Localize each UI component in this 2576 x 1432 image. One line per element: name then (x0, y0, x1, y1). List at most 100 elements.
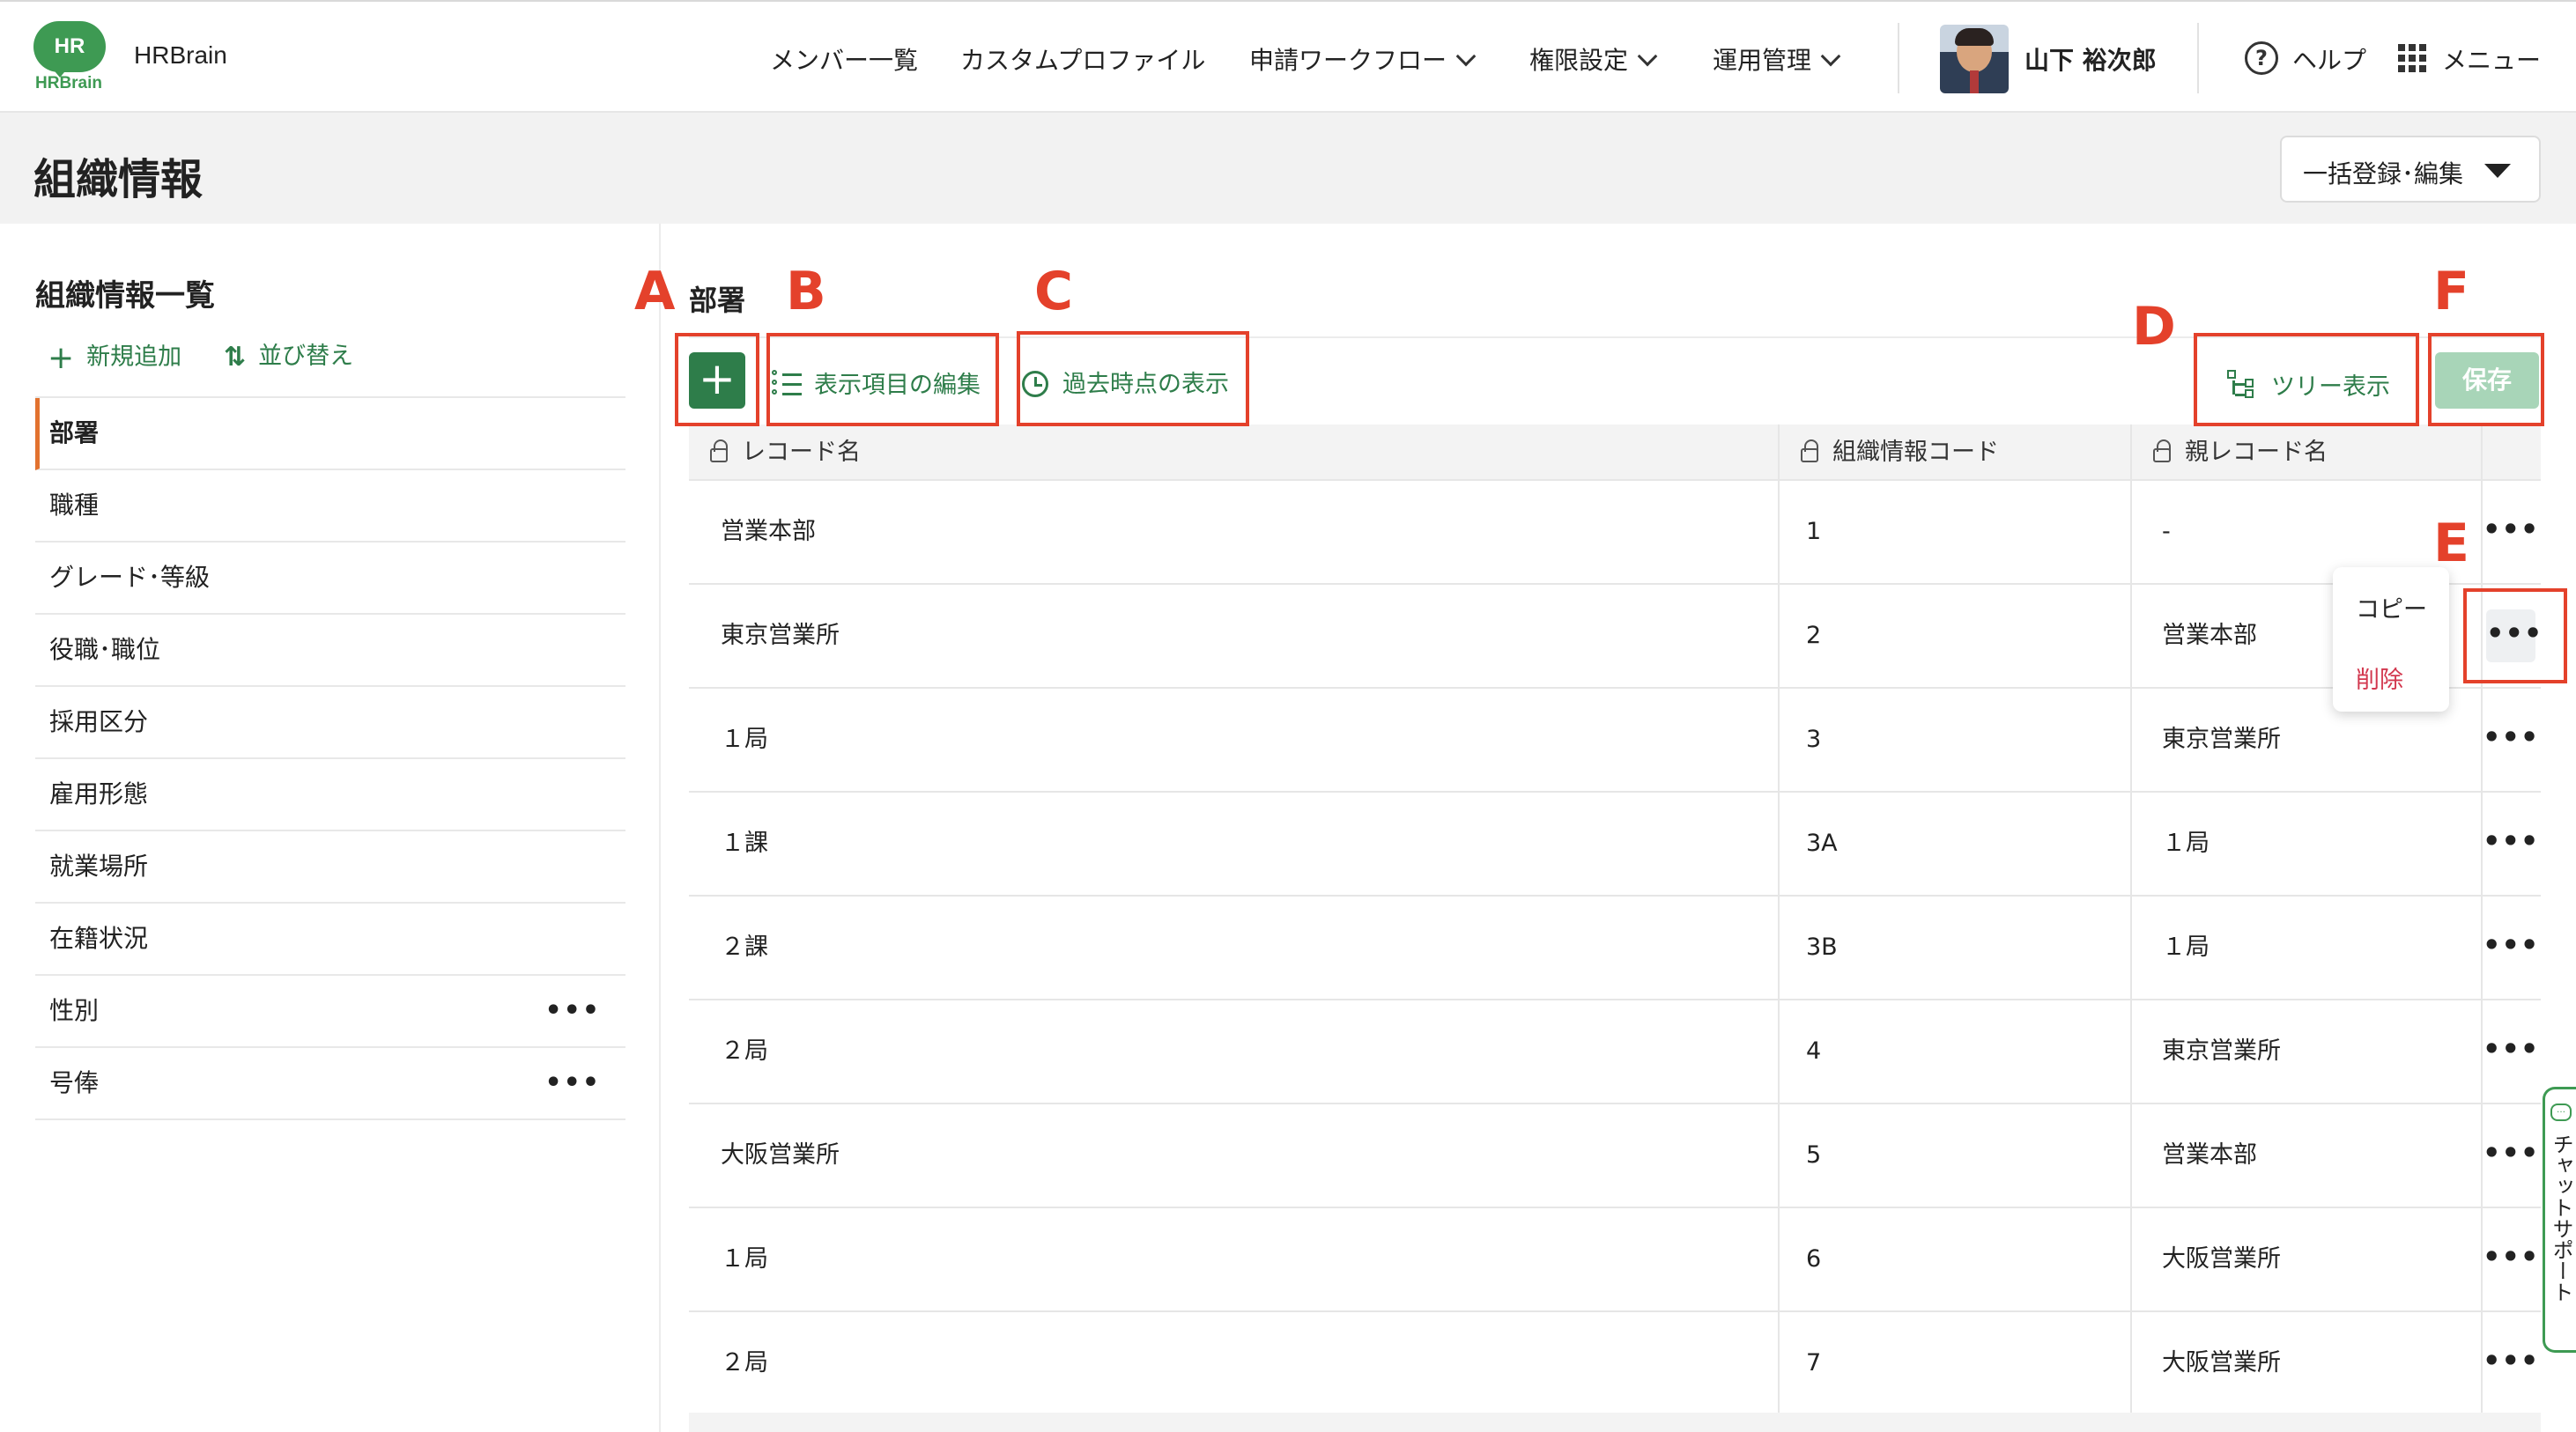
column-header-record-name[interactable]: レコード名 (710, 424, 861, 481)
add-new-link[interactable]: + 新規追加 (48, 336, 182, 376)
callout-box-d (2194, 333, 2419, 426)
table-row[interactable]: １課 3A １局 ••• (689, 793, 2541, 897)
sidebar-item-label: 採用区分 (49, 707, 149, 736)
cell-code: 1 (1806, 518, 1822, 545)
row-more-icon[interactable]: ••• (2483, 1104, 2538, 1207)
sidebar-item-employment-type[interactable]: 雇用形態 (35, 759, 625, 831)
nav-permissions[interactable]: 権限設定 (1529, 41, 1658, 77)
cell-parent: 東京営業所 (2162, 1037, 2281, 1065)
table-row[interactable]: ２局 7 大阪営業所 ••• (689, 1312, 2541, 1416)
row-more-icon[interactable]: ••• (2483, 1000, 2538, 1103)
sidebar-item-department[interactable]: 部署 (35, 398, 625, 470)
app-grid-icon[interactable] (2398, 44, 2426, 72)
cell-parent: 営業本部 (2162, 1141, 2257, 1169)
column-divider (2130, 689, 2132, 791)
menu-link[interactable]: メニュー (2442, 41, 2541, 77)
cell-code: 3B (1806, 934, 1838, 961)
cell-code: 5 (1806, 1141, 1822, 1169)
table-row[interactable]: １局 3 東京営業所 ••• (689, 689, 2541, 793)
sidebar-item-gender[interactable]: 性別 ••• (35, 976, 625, 1048)
sidebar-item-salary-step[interactable]: 号俸 ••• (35, 1048, 625, 1120)
table-row[interactable]: ２局 4 東京営業所 ••• (689, 1000, 2541, 1104)
bulk-edit-dropdown[interactable]: 一括登録･編集 (2280, 136, 2541, 203)
column-header-code[interactable]: 組織情報コード (1801, 424, 1999, 481)
sidebar-item-grade[interactable]: グレード･等級 (35, 543, 625, 615)
copy-menu-item[interactable]: コピー (2356, 590, 2427, 624)
column-header-label: レコード名 (742, 439, 861, 466)
brand-name: HRBrain (134, 41, 227, 69)
column-divider (2130, 793, 2132, 895)
column-divider (2130, 1208, 2132, 1310)
help-link[interactable]: ヘルプ (2292, 41, 2366, 77)
hrbrain-logo[interactable]: HR HRBrain (33, 21, 109, 97)
column-header-label: 親レコード名 (2185, 439, 2328, 466)
column-divider (2130, 1312, 2132, 1414)
nav-workflow[interactable]: 申請ワークフロー (1249, 41, 1477, 77)
sidebar-item-label: 役職･職位 (49, 635, 161, 664)
sidebar-item-position[interactable]: 役職･職位 (35, 615, 625, 687)
sidebar-item-enrollment-status[interactable]: 在籍状況 (35, 904, 625, 976)
chat-bubble-icon: … (2550, 1104, 2572, 1121)
column-divider (2130, 1104, 2132, 1207)
cell-code: 3A (1806, 830, 1838, 857)
avatar[interactable] (1940, 25, 2009, 93)
logo-mark: HR (33, 21, 106, 72)
column-divider (1778, 585, 1780, 687)
table-row[interactable]: 営業本部 1 - ••• (689, 481, 2541, 585)
sidebar-item-work-location[interactable]: 就業場所 (35, 831, 625, 904)
column-divider (2130, 897, 2132, 999)
cell-record-name: 大阪営業所 (721, 1141, 840, 1169)
row-more-icon[interactable]: ••• (2483, 689, 2538, 791)
callout-box-b (766, 333, 999, 426)
chat-support-tab[interactable]: … チャットサポート (2543, 1087, 2576, 1353)
pagination-bar (689, 1413, 2541, 1432)
more-icon[interactable]: ••• (544, 1048, 601, 1118)
nav-operations[interactable]: 運用管理 (1713, 41, 1841, 77)
sidebar-item-hiring-type[interactable]: 採用区分 (35, 687, 625, 759)
cell-record-name: ２課 (721, 934, 768, 961)
row-more-icon[interactable]: ••• (2483, 1312, 2538, 1414)
row-more-icon[interactable]: ••• (2483, 793, 2538, 895)
nav-label: 申請ワークフロー (1249, 46, 1447, 75)
sidebar-item-label: 部署 (49, 418, 100, 447)
column-divider (1778, 689, 1780, 791)
chevron-down-icon (1637, 46, 1658, 67)
sidebar-item-label: グレード･等級 (49, 563, 211, 592)
delete-menu-item[interactable]: 削除 (2356, 661, 2403, 695)
sidebar-item-label: 職種 (49, 491, 100, 520)
column-divider (1778, 1104, 1780, 1207)
column-divider (2130, 481, 2132, 583)
column-divider (2130, 1000, 2132, 1103)
help-icon[interactable]: ? (2245, 41, 2278, 75)
row-more-icon[interactable]: ••• (2483, 481, 2538, 583)
column-divider (1778, 897, 1780, 999)
app-window: HR HRBrain HRBrain メンバー一覧 カスタムプロファイル 申請ワ… (0, 0, 2576, 1432)
cell-record-name: ２局 (721, 1349, 768, 1377)
sidebar-item-job-type[interactable]: 職種 (35, 470, 625, 543)
more-icon[interactable]: ••• (544, 976, 601, 1046)
cell-record-name: １局 (721, 726, 768, 753)
table-row[interactable]: ２課 3B １局 ••• (689, 897, 2541, 1000)
callout-label-c: C (1034, 261, 1074, 322)
lock-icon (1801, 439, 1818, 462)
callout-box-f (2428, 333, 2544, 426)
column-header-parent[interactable]: 親レコード名 (2153, 424, 2328, 481)
table-row[interactable]: １局 6 大阪営業所 ••• (689, 1208, 2541, 1312)
table-row[interactable]: 大阪営業所 5 営業本部 ••• (689, 1104, 2541, 1208)
cell-record-name: １課 (721, 830, 768, 857)
nav-custom-profile[interactable]: カスタムプロファイル (960, 41, 1205, 77)
table-row[interactable]: 東京営業所 2 営業本部 ••• (689, 585, 2542, 689)
nav-member-list[interactable]: メンバー一覧 (770, 41, 918, 77)
lock-icon (710, 439, 728, 462)
add-new-label: 新規追加 (86, 343, 182, 371)
sort-label: 並び替え (258, 343, 354, 370)
avatar-hair (1955, 28, 1994, 46)
cell-code: 7 (1806, 1349, 1822, 1377)
sort-link[interactable]: ⇅ 並び替え (224, 336, 354, 373)
callout-label-d: D (2132, 296, 2176, 358)
row-more-icon[interactable]: ••• (2483, 897, 2538, 999)
callout-label-b: B (786, 261, 826, 322)
cell-record-name: １局 (721, 1245, 768, 1273)
row-more-icon[interactable]: ••• (2483, 1208, 2538, 1310)
user-name[interactable]: 山下 裕次郎 (2025, 41, 2157, 77)
